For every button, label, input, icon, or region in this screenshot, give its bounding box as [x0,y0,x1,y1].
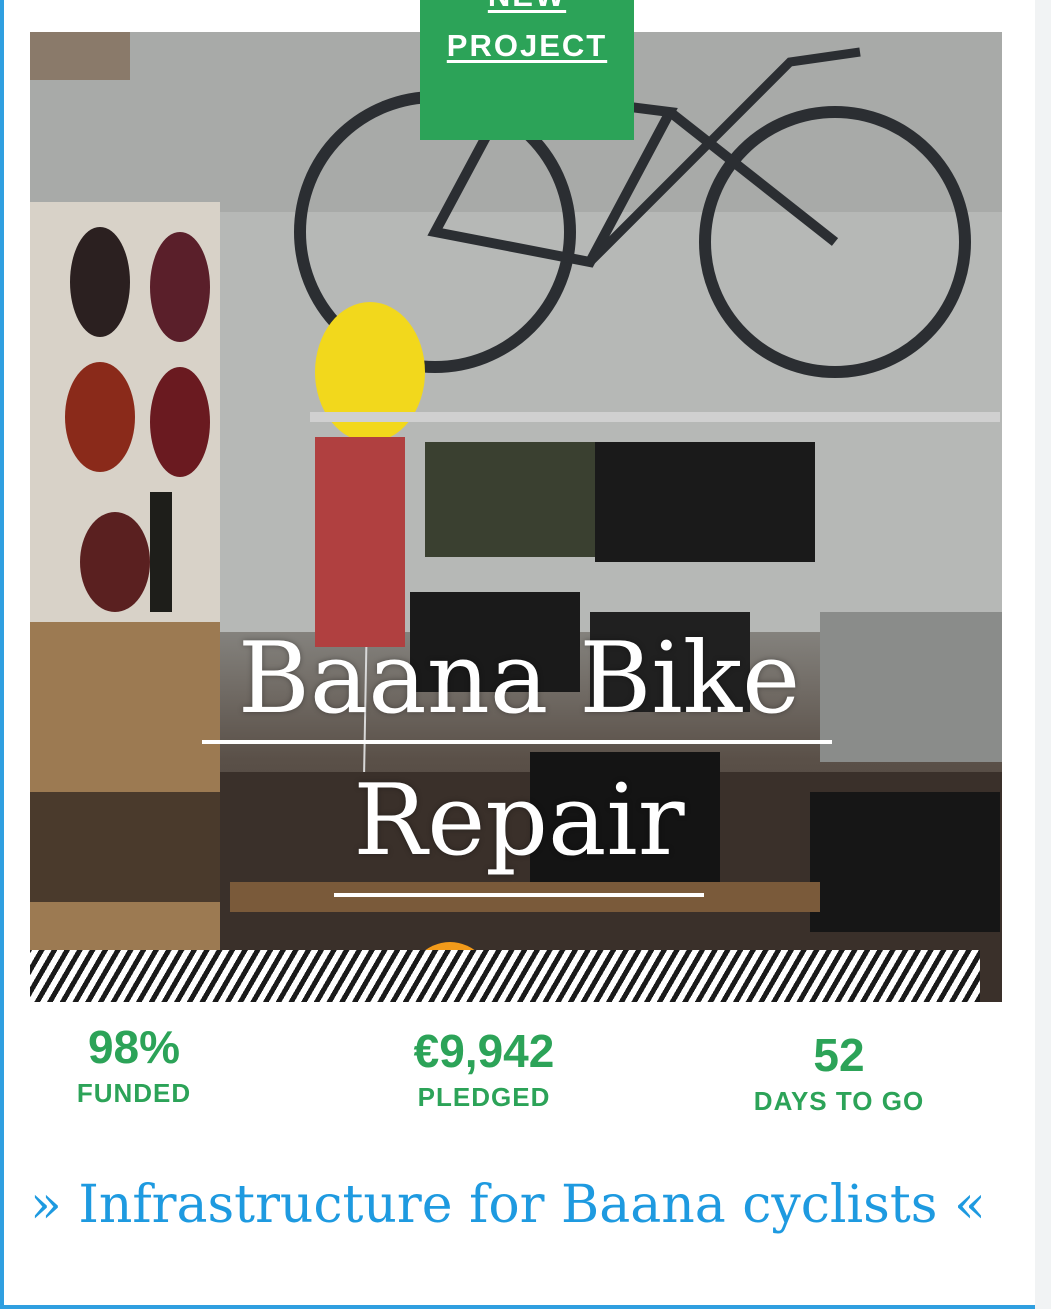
project-title-line-2: Repair [353,764,685,878]
project-title-line-1: Baana Bike [237,622,801,736]
badge-line-2: PROJECT [446,28,608,63]
title-underline-1 [202,740,832,744]
page-gutter [1035,0,1051,1309]
badge-line-1: NEW [420,0,634,14]
stat-pledged-value: €9,942 [413,1025,555,1077]
new-project-badge: NEW PROJECT [420,0,634,140]
stat-days-label: DAYS TO GO [753,1086,925,1116]
stat-days-value: 52 [813,1029,865,1081]
stat-funded-value: 98% [87,1021,181,1073]
project-tagline-link[interactable]: » Infrastructure for Baana cyclists « [30,1172,1020,1238]
stat-pledged: €9,942 PLEDGED [344,1026,624,1113]
title-underline-2 [334,893,704,897]
stat-days-to-go: 52 DAYS TO GO [704,1030,974,1117]
project-title[interactable]: Baana Bike Repair [204,608,834,892]
stat-pledged-label: PLEDGED [417,1082,551,1112]
saddles [30,202,220,622]
hatched-divider [30,950,980,1002]
stat-funded: 98% FUNDED [44,1022,224,1109]
stat-funded-label: FUNDED [76,1078,192,1108]
project-card[interactable]: Baana Bike Repair NEW PROJECT 98% FUNDED… [0,0,1051,1309]
